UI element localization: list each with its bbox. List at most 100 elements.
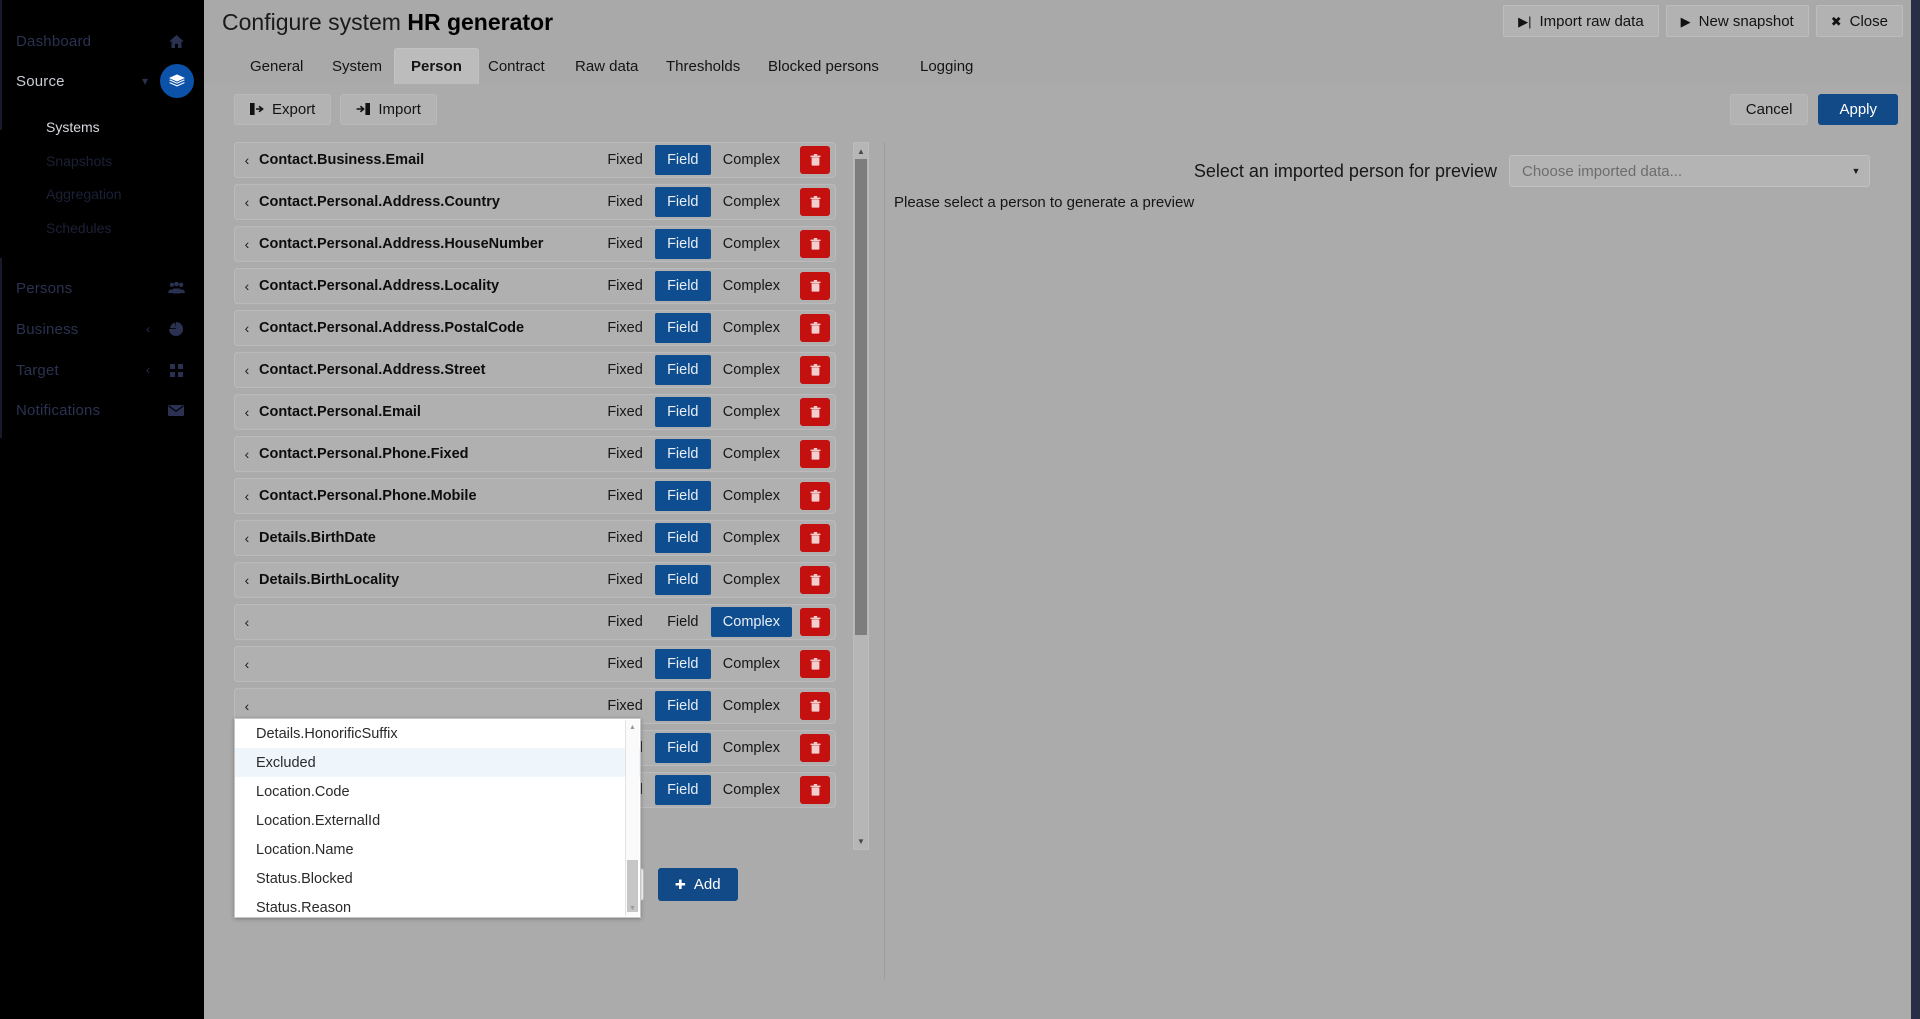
delete-row-button[interactable] [800,650,830,678]
import-raw-data-button[interactable]: ▶| Import raw data [1503,5,1659,37]
segment-complex-button[interactable]: Complex [711,691,792,721]
segment-fixed-button[interactable]: Fixed [595,481,654,511]
table-row[interactable]: ‹ Contact.Personal.Address.Street Fixed Fie… [234,352,836,388]
segment-complex-button[interactable]: Complex [711,271,792,301]
delete-row-button[interactable] [800,566,830,594]
table-row[interactable]: ‹ Contact.Personal.Address.Locality Fixed F… [234,268,836,304]
close-button[interactable]: ✖ Close [1815,5,1903,37]
tab-general[interactable]: General [234,48,319,84]
segment-fixed-button[interactable]: Fixed [595,397,654,427]
segment-complex-button[interactable]: Complex [711,355,792,385]
table-row[interactable]: ‹ Contact.Personal.Phone.Mobile Fixed Field… [234,478,836,514]
chevron-left-icon[interactable]: ‹ [235,446,259,462]
chevron-left-icon[interactable]: ‹ [235,278,259,294]
table-row[interactable]: ‹ Contact.Personal.Phone.Fixed Fixed Field C… [234,436,836,472]
import-button[interactable]: Import [340,94,437,125]
segment-complex-button[interactable]: Complex [711,481,792,511]
dropdown-option[interactable]: Location.Code [235,777,640,806]
dropdown-option[interactable]: Excluded [235,748,640,777]
chevron-left-icon[interactable]: ‹ [235,320,259,336]
delete-row-button[interactable] [800,440,830,468]
segment-complex-button[interactable]: Complex [711,145,792,175]
scrollbar-thumb[interactable] [855,159,867,635]
tab-contract[interactable]: Contract [472,48,561,84]
segment-field-button[interactable]: Field [654,439,711,469]
chevron-left-icon[interactable]: ‹ [235,194,259,210]
delete-row-button[interactable] [800,608,830,636]
chevron-left-icon[interactable]: ‹ [235,488,259,504]
segment-fixed-button[interactable]: Fixed [595,145,654,175]
new-snapshot-button[interactable]: ▶ New snapshot [1665,5,1809,37]
chevron-left-icon[interactable]: ‹ [235,530,259,546]
segment-complex-button[interactable]: Complex [711,733,792,763]
segment-fixed-button[interactable]: Fixed [595,565,654,595]
segment-field-button[interactable]: Field [655,607,711,637]
segment-field-button[interactable]: Field [654,187,711,217]
tab-logging[interactable]: Logging [904,48,989,84]
scroll-up-icon[interactable]: ▲ [626,721,639,734]
segment-fixed-button[interactable]: Fixed [595,649,654,679]
dropdown-option[interactable]: Status.Blocked [235,864,640,893]
chevron-left-icon[interactable]: ‹ [235,404,259,420]
chevron-left-icon[interactable]: ‹ [235,614,259,630]
sidebar-item-snapshots[interactable]: Snapshots [0,144,204,178]
scroll-up-icon[interactable]: ▲ [854,144,868,158]
sidebar-item-notifications[interactable]: Notifications [0,385,204,435]
property-dropdown[interactable]: Details.HonorificSuffix Excluded Location.… [234,718,641,918]
segment-field-button[interactable]: Field [654,355,711,385]
scroll-down-icon[interactable]: ▼ [854,834,868,848]
table-row[interactable]: ‹ Details.BirthDate Fixed Field Complex [234,520,836,556]
segment-field-button[interactable]: Field [654,691,711,721]
segment-fixed-button[interactable]: Fixed [595,691,654,721]
segment-field-button[interactable]: Field [654,733,711,763]
segment-complex-button[interactable]: Complex [711,187,792,217]
segment-complex-button[interactable]: Complex [710,607,792,637]
chevron-down-icon[interactable]: ▼ [1843,166,1869,176]
table-row[interactable]: ‹ FixedFieldComplex [234,604,836,640]
segment-field-button[interactable]: Field [654,397,711,427]
sidebar-item-aggregation[interactable]: Aggregation [0,177,204,211]
delete-row-button[interactable] [800,776,830,804]
tab-person[interactable]: Person [394,48,479,84]
segment-field-button[interactable]: Field [654,271,711,301]
segment-field-button[interactable]: Field [654,481,711,511]
segment-field-button[interactable]: Field [654,229,711,259]
segment-complex-button[interactable]: Complex [711,313,792,343]
table-row[interactable]: ‹ Contact.Personal.Address.HouseNumber Fix… [234,226,836,262]
mapping-list-scrollbar[interactable]: ▲ ▼ [853,142,869,850]
delete-row-button[interactable] [800,734,830,762]
dropdown-option[interactable]: Status.Reason [235,893,640,917]
dropdown-scrollbar[interactable]: ▲ ▼ [625,720,639,916]
sidebar-item-systems[interactable]: Systems [0,110,204,144]
segment-fixed-button[interactable]: Fixed [595,355,654,385]
tab-thresholds[interactable]: Thresholds [650,48,756,84]
segment-field-button[interactable]: Field [654,523,711,553]
segment-fixed-button[interactable]: Fixed [595,313,654,343]
segment-complex-button[interactable]: Complex [711,439,792,469]
segment-complex-button[interactable]: Complex [711,397,792,427]
delete-row-button[interactable] [800,482,830,510]
delete-row-button[interactable] [800,398,830,426]
segment-field-button[interactable]: Field [654,649,711,679]
add-button[interactable]: ✚ Add [658,868,738,901]
segment-complex-button[interactable]: Complex [711,229,792,259]
tab-blocked-persons[interactable]: Blocked persons [752,48,895,84]
delete-row-button[interactable] [800,692,830,720]
chevron-left-icon[interactable]: ‹ [235,572,259,588]
chevron-left-icon[interactable]: ‹ [235,236,259,252]
segment-fixed-button[interactable]: Fixed [595,523,654,553]
delete-row-button[interactable] [800,314,830,342]
dropdown-option[interactable]: Details.HonorificSuffix [235,719,640,748]
cancel-button[interactable]: Cancel [1729,94,1809,125]
dropdown-option[interactable]: Location.Name [235,835,640,864]
segment-complex-button[interactable]: Complex [711,523,792,553]
dropdown-option[interactable]: Location.ExternalId [235,806,640,835]
delete-row-button[interactable] [800,230,830,258]
table-row[interactable]: ‹ Contact.Business.Email Fixed Field Complex [234,142,836,178]
segment-fixed-button[interactable]: Fixed [595,439,654,469]
sidebar-item-source[interactable]: Source ▾ [0,56,204,106]
scroll-down-icon[interactable]: ▼ [626,902,639,915]
chevron-left-icon[interactable]: ‹ [235,656,259,672]
segment-complex-button[interactable]: Complex [711,649,792,679]
segment-complex-button[interactable]: Complex [711,775,792,805]
